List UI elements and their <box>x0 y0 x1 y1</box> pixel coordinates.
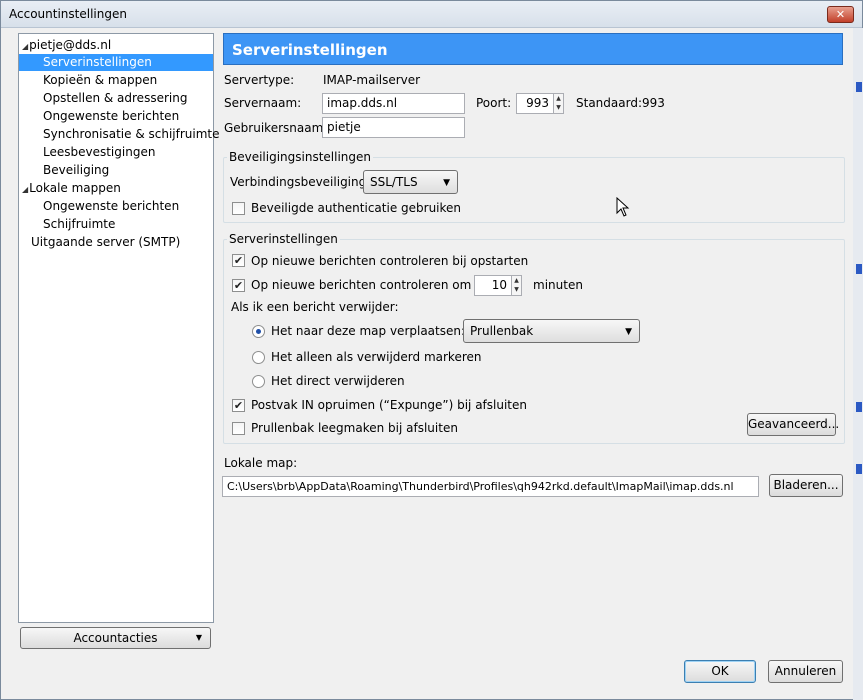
spin-down-icon[interactable]: ▼ <box>512 285 521 294</box>
trash-folder-value: Prullenbak <box>470 324 534 338</box>
check-startup-checkbox[interactable]: ✔ <box>232 254 245 267</box>
secure-auth-checkbox[interactable] <box>232 202 245 215</box>
check-startup-label[interactable]: Op nieuwe berichten controleren bij opst… <box>251 254 528 268</box>
servername-label: Servernaam: <box>224 96 302 110</box>
account-actions-label: Accountacties <box>73 631 158 645</box>
tree-item-kopieen[interactable]: Kopieën & mappen <box>43 72 157 89</box>
security-group-title: Beveiligingsinstellingen <box>227 150 374 164</box>
tree-account-pietje[interactable]: ◢pietje@dds.nl <box>22 37 111 54</box>
background-marker <box>856 264 862 274</box>
browse-button[interactable]: Bladeren... <box>769 474 843 497</box>
tree-lokale-mappen[interactable]: ◢Lokale mappen <box>22 180 121 197</box>
trash-folder-select[interactable]: Prullenbak ▼ <box>463 319 640 343</box>
tree-item-schijfruimte[interactable]: Schijfruimte <box>43 216 115 233</box>
local-folder-label: Lokale map: <box>224 456 298 470</box>
delete-immediately-radio[interactable] <box>252 375 265 388</box>
check-every-label[interactable]: Op nieuwe berichten controleren om de <box>251 278 490 292</box>
delete-immediately-label[interactable]: Het direct verwijderen <box>271 374 405 388</box>
tree-item-opstellen[interactable]: Opstellen & adressering <box>43 90 187 107</box>
check-every-checkbox[interactable]: ✔ <box>232 279 245 292</box>
tree-item-label: pietje@dds.nl <box>29 38 112 52</box>
port-spinner[interactable]: ▲ ▼ <box>553 93 564 114</box>
default-port-label: Standaard: <box>576 96 642 110</box>
tree-item-lokale-ongewenste[interactable]: Ongewenste berichten <box>43 198 179 215</box>
check-interval-input[interactable]: 10 <box>474 275 512 296</box>
mouse-cursor-icon <box>616 197 630 217</box>
account-tree: ◢pietje@dds.nl Serverinstellingen Kopieë… <box>18 33 220 623</box>
mark-deleted-label[interactable]: Het alleen als verwijderd markeren <box>271 350 481 364</box>
title-bar: Accountinstellingen ✕ <box>1 1 862 28</box>
tree-item-beveiliging[interactable]: Beveiliging <box>43 162 109 179</box>
servertype-value: IMAP-mailserver <box>323 73 421 87</box>
tree-item-serverinstellingen[interactable]: Serverinstellingen <box>19 54 213 71</box>
port-label: Poort: <box>476 96 512 110</box>
username-label: Gebruikersnaam: <box>224 121 328 135</box>
servertype-label: Servertype: <box>224 73 295 87</box>
move-to-folder-radio[interactable] <box>252 325 265 338</box>
empty-trash-checkbox[interactable] <box>232 422 245 435</box>
close-button[interactable]: ✕ <box>827 6 854 23</box>
local-folder-path-input[interactable]: C:\Users\brb\AppData\Roaming\Thunderbird… <box>222 476 759 497</box>
expanded-triangle-icon[interactable]: ◢ <box>22 185 28 194</box>
connection-security-value: SSL/TLS <box>370 175 418 189</box>
dropdown-arrow-icon: ▼ <box>443 178 450 188</box>
tree-item-synchronisatie[interactable]: Synchronisatie & schijfruimte <box>43 126 220 143</box>
username-input[interactable]: pietje <box>322 117 465 138</box>
window-title: Accountinstellingen <box>9 7 127 21</box>
secure-auth-label[interactable]: Beveiligde authenticatie gebruiken <box>251 201 461 215</box>
tree-item-label: Serverinstellingen <box>43 55 152 69</box>
background-marker <box>856 464 862 474</box>
expanded-triangle-icon[interactable]: ◢ <box>22 42 28 51</box>
page-title: Serverinstellingen <box>223 33 843 65</box>
move-to-folder-label[interactable]: Het naar deze map verplaatsen: <box>271 324 465 338</box>
dropdown-arrow-icon: ▼ <box>195 633 202 642</box>
dropdown-arrow-icon: ▼ <box>625 327 632 337</box>
tree-item-label: Lokale mappen <box>29 181 121 195</box>
tree-item-smtp[interactable]: Uitgaande server (SMTP) <box>31 234 180 251</box>
background-marker <box>856 402 862 412</box>
tree-item-ongewenste[interactable]: Ongewenste berichten <box>43 108 179 125</box>
tree-item-leesbevestigingen[interactable]: Leesbevestigingen <box>43 144 155 161</box>
advanced-button[interactable]: Geavanceerd... <box>747 413 839 436</box>
server-settings-group-title: Serverinstellingen <box>227 232 340 246</box>
expunge-label[interactable]: Postvak IN opruimen (“Expunge”) bij afsl… <box>251 398 527 412</box>
background-window-edge <box>853 28 863 700</box>
connection-security-select[interactable]: SSL/TLS ▼ <box>363 170 458 194</box>
on-delete-label: Als ik een bericht verwijder: <box>231 300 399 314</box>
account-settings-window: Accountinstellingen ✕ ◢pietje@dds.nl Ser… <box>0 0 863 700</box>
spin-up-icon[interactable]: ▲ <box>554 94 563 103</box>
minutes-label: minuten <box>533 278 583 292</box>
spin-down-icon[interactable]: ▼ <box>554 103 563 112</box>
connection-security-label: Verbindingsbeveiliging: <box>230 175 371 189</box>
mark-deleted-radio[interactable] <box>252 351 265 364</box>
port-input[interactable]: 993 <box>516 93 554 114</box>
empty-trash-label[interactable]: Prullenbak leegmaken bij afsluiten <box>251 421 458 435</box>
ok-button[interactable]: OK <box>684 660 756 683</box>
spin-up-icon[interactable]: ▲ <box>512 276 521 285</box>
background-marker <box>856 82 862 92</box>
default-port-value: 993 <box>642 96 665 110</box>
cancel-button[interactable]: Annuleren <box>768 660 843 683</box>
check-interval-spinner[interactable]: ▲ ▼ <box>511 275 522 296</box>
expunge-checkbox[interactable]: ✔ <box>232 399 245 412</box>
account-actions-button[interactable]: Accountacties ▼ <box>20 627 211 649</box>
servername-input[interactable]: imap.dds.nl <box>322 93 465 114</box>
